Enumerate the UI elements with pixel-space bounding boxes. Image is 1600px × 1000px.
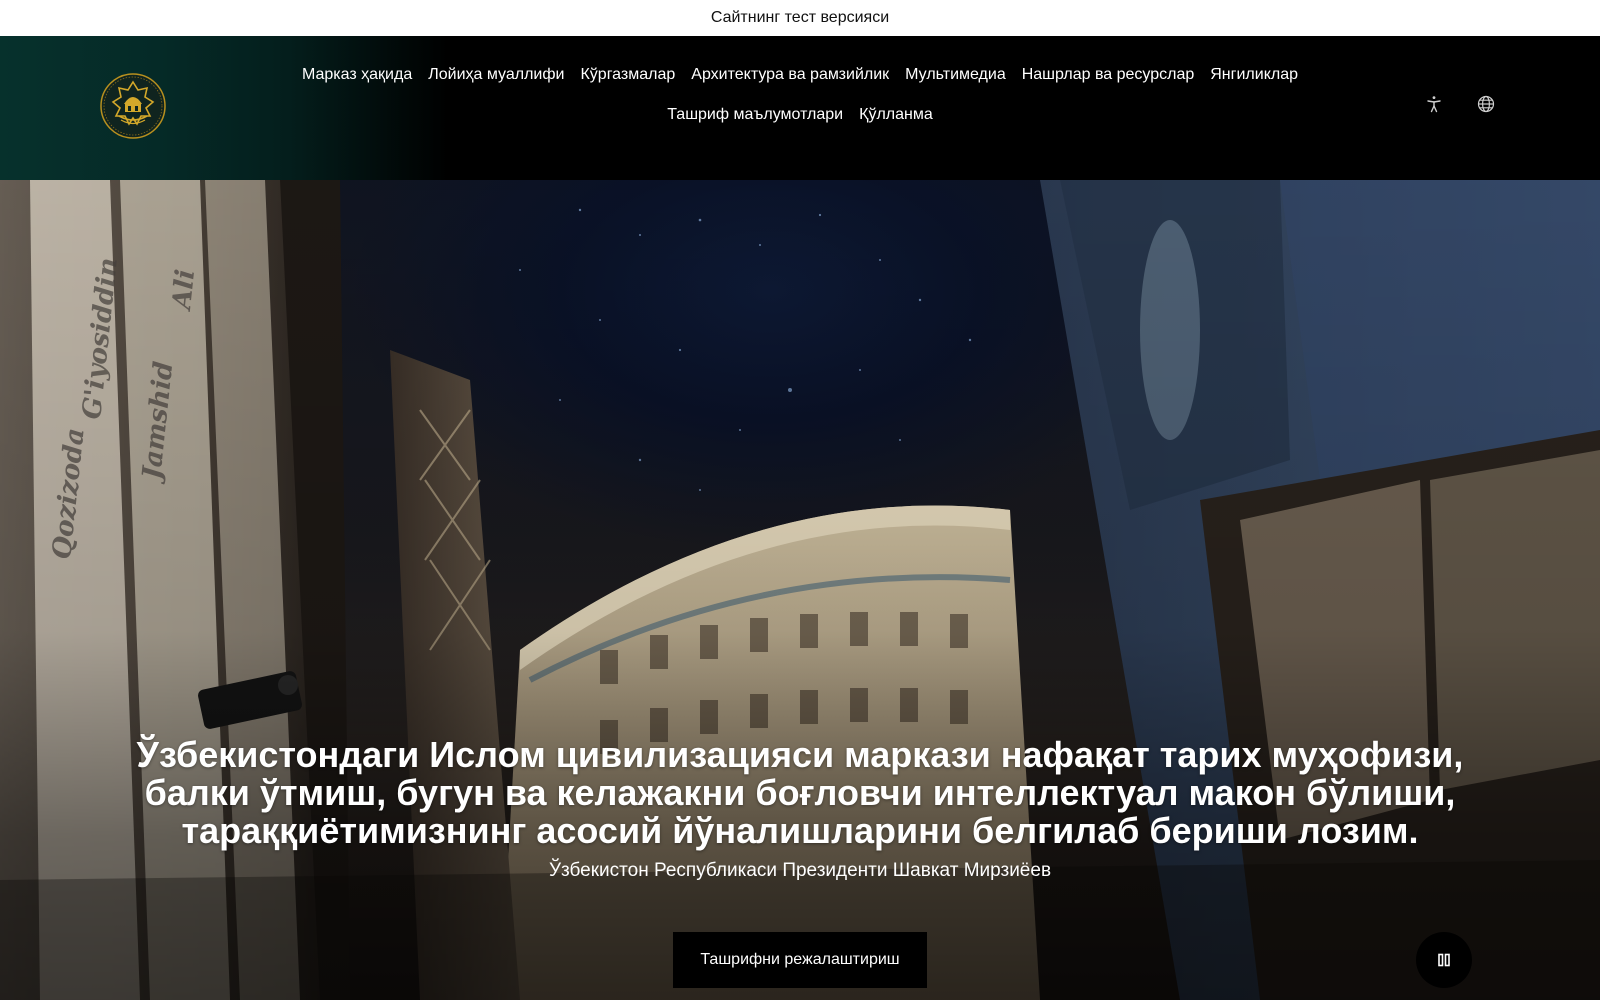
main-navigation: Марказ ҳақида Лойиҳа муаллифи Кўргазмала… <box>250 64 1350 126</box>
header-tools <box>1424 94 1496 114</box>
site-logo[interactable] <box>99 72 167 140</box>
test-version-banner: Сайтнинг тест версияси <box>0 0 1600 36</box>
slideshow-pause-button[interactable] <box>1416 932 1472 988</box>
site-header: Марказ ҳақида Лойиҳа муаллифи Кўргазмала… <box>0 36 1600 180</box>
pause-icon <box>1438 953 1450 967</box>
nav-item-exhibitions[interactable]: Кўргазмалар <box>572 64 683 86</box>
accessibility-icon[interactable] <box>1424 94 1444 114</box>
nav-item-project-author[interactable]: Лойиҳа муаллифи <box>420 64 572 86</box>
nav-item-multimedia[interactable]: Мультимедиа <box>897 64 1014 86</box>
globe-icon[interactable] <box>1476 94 1496 114</box>
hero-quote: Ўзбекистондаги Ислом цивилизацияси марка… <box>136 734 1464 851</box>
nav-item-about-center[interactable]: Марказ ҳақида <box>294 64 420 86</box>
plan-visit-button[interactable]: Ташрифни режалаштириш <box>673 932 927 988</box>
nav-item-architecture[interactable]: Архитектура ва рамзийлик <box>683 64 897 86</box>
hero-section: Qozizoda G'iyosiddin Jamshid Ali Ўзбекис… <box>0 180 1600 1000</box>
hero-quote-author: Ўзбекистон Республикаси Президенти Шавка… <box>548 860 1052 881</box>
nav-item-guide[interactable]: Қўлланма <box>851 104 941 126</box>
nav-item-visit-info[interactable]: Ташриф маълумотлари <box>659 104 851 126</box>
logo-emblem-icon <box>100 73 166 139</box>
nav-item-publications[interactable]: Нашрлар ва ресурслар <box>1014 64 1203 86</box>
banner-text: Сайтнинг тест версияси <box>710 9 890 26</box>
nav-item-news[interactable]: Янгиликлар <box>1202 64 1306 86</box>
